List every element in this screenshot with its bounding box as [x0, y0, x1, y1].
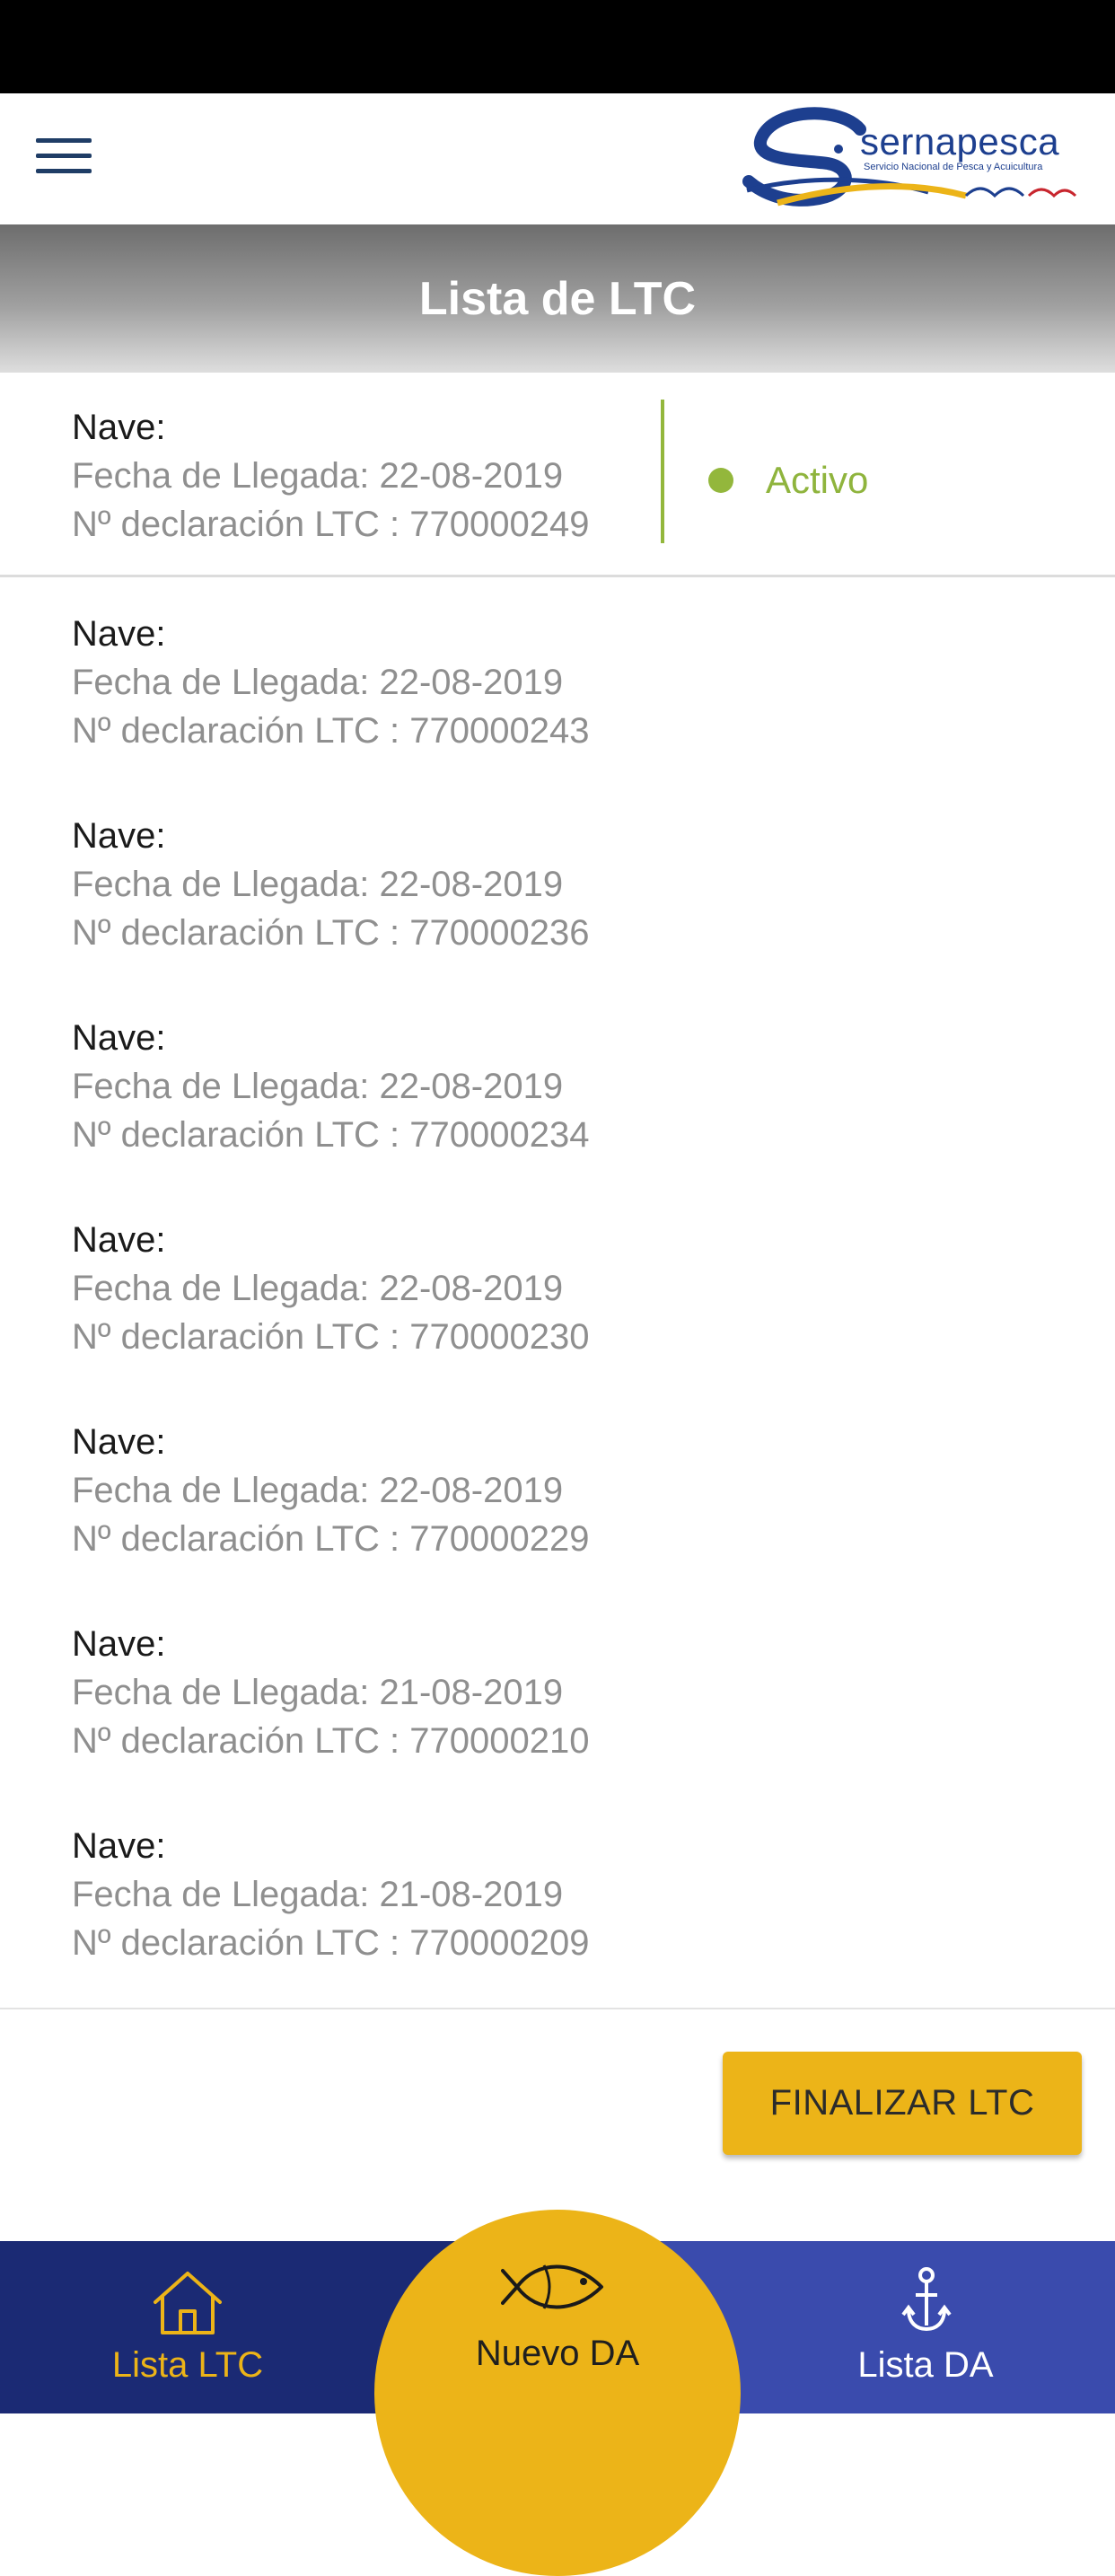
- logo-subtitle: Servicio Nacional de Pesca y Acuicultura: [864, 162, 1043, 172]
- declaration-number: Nº declaración LTC : 770000236: [72, 913, 590, 953]
- list-item[interactable]: Nave: Fecha de Llegada: 21-08-2019 Nº de…: [0, 1789, 1115, 1991]
- list-item[interactable]: Nave: Fecha de Llegada: 22-08-2019 Nº de…: [0, 373, 1115, 577]
- arrival-date: Fecha de Llegada: 22-08-2019: [72, 663, 564, 702]
- nave-label: Nave:: [72, 816, 166, 856]
- arrival-date: Fecha de Llegada: 22-08-2019: [72, 1067, 564, 1106]
- nave-label: Nave:: [72, 1220, 166, 1260]
- nave-label: Nave:: [72, 1422, 166, 1462]
- list-divider: [0, 2008, 1115, 2009]
- sernapesca-logo: sernapesca Servicio Nacional de Pesca y …: [742, 102, 1092, 215]
- arrival-date: Fecha de Llegada: 22-08-2019: [72, 865, 564, 904]
- list-item[interactable]: Nave: Fecha de Llegada: 22-08-2019 Nº de…: [0, 577, 1115, 779]
- ltc-list: Nave: Fecha de Llegada: 22-08-2019 Nº de…: [0, 373, 1115, 1991]
- home-icon: [150, 2268, 225, 2343]
- nave-label: Nave:: [72, 614, 166, 654]
- nave-label: Nave:: [72, 1624, 166, 1664]
- hamburger-menu-icon[interactable]: [36, 135, 92, 178]
- list-item[interactable]: Nave: Fecha de Llegada: 22-08-2019 Nº de…: [0, 981, 1115, 1183]
- status-dot-icon: [708, 468, 733, 493]
- fish-icon: [501, 2255, 614, 2324]
- nav-item-lista-ltc[interactable]: Lista LTC: [40, 2241, 336, 2413]
- declaration-number: Nº declaración LTC : 770000230: [72, 1317, 590, 1357]
- nav-label-lista-da: Lista DA: [857, 2345, 994, 2385]
- arrival-date: Fecha de Llegada: 22-08-2019: [72, 1471, 564, 1510]
- declaration-number: Nº declaración LTC : 770000234: [72, 1115, 590, 1155]
- nav-label-nuevo-da: Nuevo DA: [475, 2334, 640, 2373]
- title-bar: Lista de LTC: [0, 224, 1115, 373]
- logo-name: sernapesca: [860, 120, 1060, 163]
- declaration-number: Nº declaración LTC : 770000243: [72, 711, 590, 751]
- status-divider: [661, 400, 664, 543]
- anchor-icon: [901, 2266, 952, 2343]
- nave-label: Nave:: [72, 1826, 166, 1866]
- status-badge: Activo: [766, 459, 869, 501]
- nave-label: Nave:: [72, 408, 166, 447]
- arrival-date: Fecha de Llegada: 21-08-2019: [72, 1673, 564, 1712]
- arrival-date: Fecha de Llegada: 21-08-2019: [72, 1875, 564, 1914]
- declaration-number: Nº declaración LTC : 770000249: [72, 505, 590, 544]
- arrival-date: Fecha de Llegada: 22-08-2019: [72, 1269, 564, 1308]
- finalizar-ltc-button[interactable]: FINALIZAR LTC: [723, 2052, 1082, 2155]
- arrival-date: Fecha de Llegada: 22-08-2019: [72, 456, 564, 496]
- app-header: sernapesca Servicio Nacional de Pesca y …: [0, 93, 1115, 224]
- nave-label: Nave:: [72, 1018, 166, 1058]
- page-title: Lista de LTC: [418, 272, 697, 325]
- list-item[interactable]: Nave: Fecha de Llegada: 22-08-2019 Nº de…: [0, 1183, 1115, 1385]
- declaration-number: Nº declaración LTC : 770000210: [72, 1721, 590, 1761]
- nuevo-da-button[interactable]: Nuevo DA: [374, 2210, 741, 2576]
- list-item[interactable]: Nave: Fecha de Llegada: 22-08-2019 Nº de…: [0, 779, 1115, 981]
- list-item[interactable]: Nave: Fecha de Llegada: 22-08-2019 Nº de…: [0, 1385, 1115, 1587]
- declaration-number: Nº declaración LTC : 770000209: [72, 1923, 590, 1963]
- nav-label-lista-ltc: Lista LTC: [111, 2345, 264, 2385]
- nav-item-lista-da[interactable]: Lista DA: [777, 2241, 1074, 2413]
- declaration-number: Nº declaración LTC : 770000229: [72, 1519, 590, 1559]
- status-bar: [0, 0, 1115, 93]
- list-item[interactable]: Nave: Fecha de Llegada: 21-08-2019 Nº de…: [0, 1587, 1115, 1789]
